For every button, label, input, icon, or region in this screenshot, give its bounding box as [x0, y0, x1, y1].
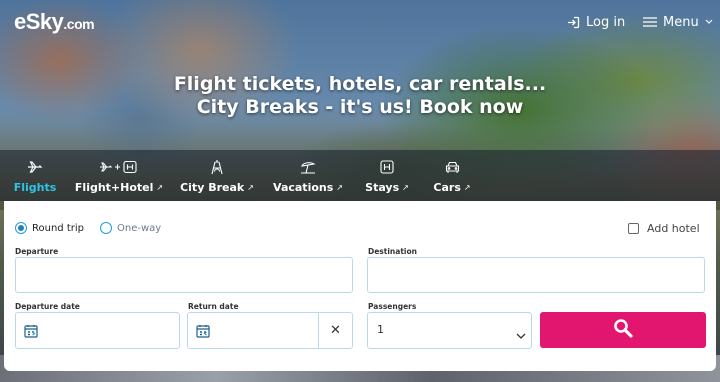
- login-label: Log in: [586, 14, 626, 30]
- passengers-select[interactable]: [367, 312, 532, 349]
- calendar-icon: [24, 323, 38, 342]
- passengers-value: 1: [377, 323, 384, 336]
- external-link-icon: ↗: [463, 183, 471, 192]
- external-link-icon: ↗: [336, 183, 343, 192]
- return-date-field[interactable]: [187, 312, 319, 349]
- chevron-down-icon: [705, 19, 713, 25]
- car-icon: [445, 156, 460, 178]
- external-link-icon: ↗: [247, 183, 254, 192]
- tab-label-stays: Stays: [365, 181, 400, 194]
- tab-label-flight-hotel: Flight+Hotel: [74, 181, 154, 194]
- passengers-label: Passengers: [368, 302, 417, 311]
- esky-logo[interactable]: eSky.com: [14, 9, 95, 35]
- external-link-icon: ↗: [156, 183, 164, 192]
- tab-flights[interactable]: Flights: [14, 150, 56, 201]
- hero-headline: Flight tickets, hotels, car rentals... C…: [0, 73, 720, 119]
- tab-vacations[interactable]: Vacations ↗: [273, 150, 343, 201]
- close-icon: ✕: [330, 323, 341, 338]
- chevron-down-icon: [516, 325, 526, 344]
- beach-umbrella-icon: [300, 156, 316, 178]
- one-way-label: One-way: [117, 222, 162, 234]
- external-link-icon: ↗: [402, 183, 409, 192]
- tab-label-vacations: Vacations: [273, 181, 334, 194]
- calendar-icon: [196, 323, 210, 342]
- hamburger-icon: [643, 17, 657, 27]
- checkbox-box: [628, 222, 639, 234]
- headline-line-2: City Breaks - it's us! Book now: [196, 96, 524, 118]
- menu-label: Menu: [663, 14, 699, 30]
- tab-label-city-break: City Break: [180, 181, 245, 194]
- clear-return-date-button[interactable]: ✕: [318, 312, 353, 349]
- logo-suffix: .com: [63, 16, 95, 32]
- headline-line-1: Flight tickets, hotels, car rentals...: [173, 73, 547, 95]
- departure-input[interactable]: [15, 257, 353, 293]
- radio-button-unselected: [100, 222, 112, 234]
- hotel-icon: [380, 156, 394, 178]
- plane-icon: [27, 156, 43, 178]
- logo-text: eSky: [14, 9, 64, 34]
- return-date-label: Return date: [188, 302, 239, 311]
- round-trip-label: Round trip: [32, 222, 84, 234]
- tab-cars[interactable]: Cars ↗: [433, 150, 471, 201]
- search-icon: [613, 318, 633, 342]
- destination-input[interactable]: [367, 257, 705, 293]
- one-way-radio[interactable]: One-way: [100, 221, 161, 235]
- add-hotel-checkbox[interactable]: Add hotel: [628, 221, 700, 235]
- menu-button[interactable]: Menu: [643, 12, 713, 32]
- tab-flight-hotel[interactable]: Flight+Hotel ↗: [75, 150, 163, 201]
- destination-label: Destination: [368, 247, 417, 256]
- search-button[interactable]: [540, 312, 706, 348]
- tab-city-break[interactable]: City Break ↗: [180, 150, 254, 201]
- departure-label: Departure: [15, 247, 59, 256]
- departure-date-label: Departure date: [15, 302, 80, 311]
- round-trip-radio[interactable]: Round trip: [15, 221, 84, 235]
- departure-date-field[interactable]: [15, 312, 180, 349]
- add-hotel-label: Add hotel: [647, 221, 700, 235]
- plane-plus-hotel-icon: [99, 156, 139, 178]
- tab-stays[interactable]: Stays ↗: [365, 150, 409, 201]
- tab-label-cars: Cars: [433, 181, 461, 194]
- eiffel-tower-icon: [210, 156, 224, 178]
- tab-label-flights: Flights: [13, 181, 57, 194]
- radio-button-selected: [15, 222, 27, 234]
- login-button[interactable]: Log in: [567, 12, 625, 32]
- login-icon: [567, 16, 580, 29]
